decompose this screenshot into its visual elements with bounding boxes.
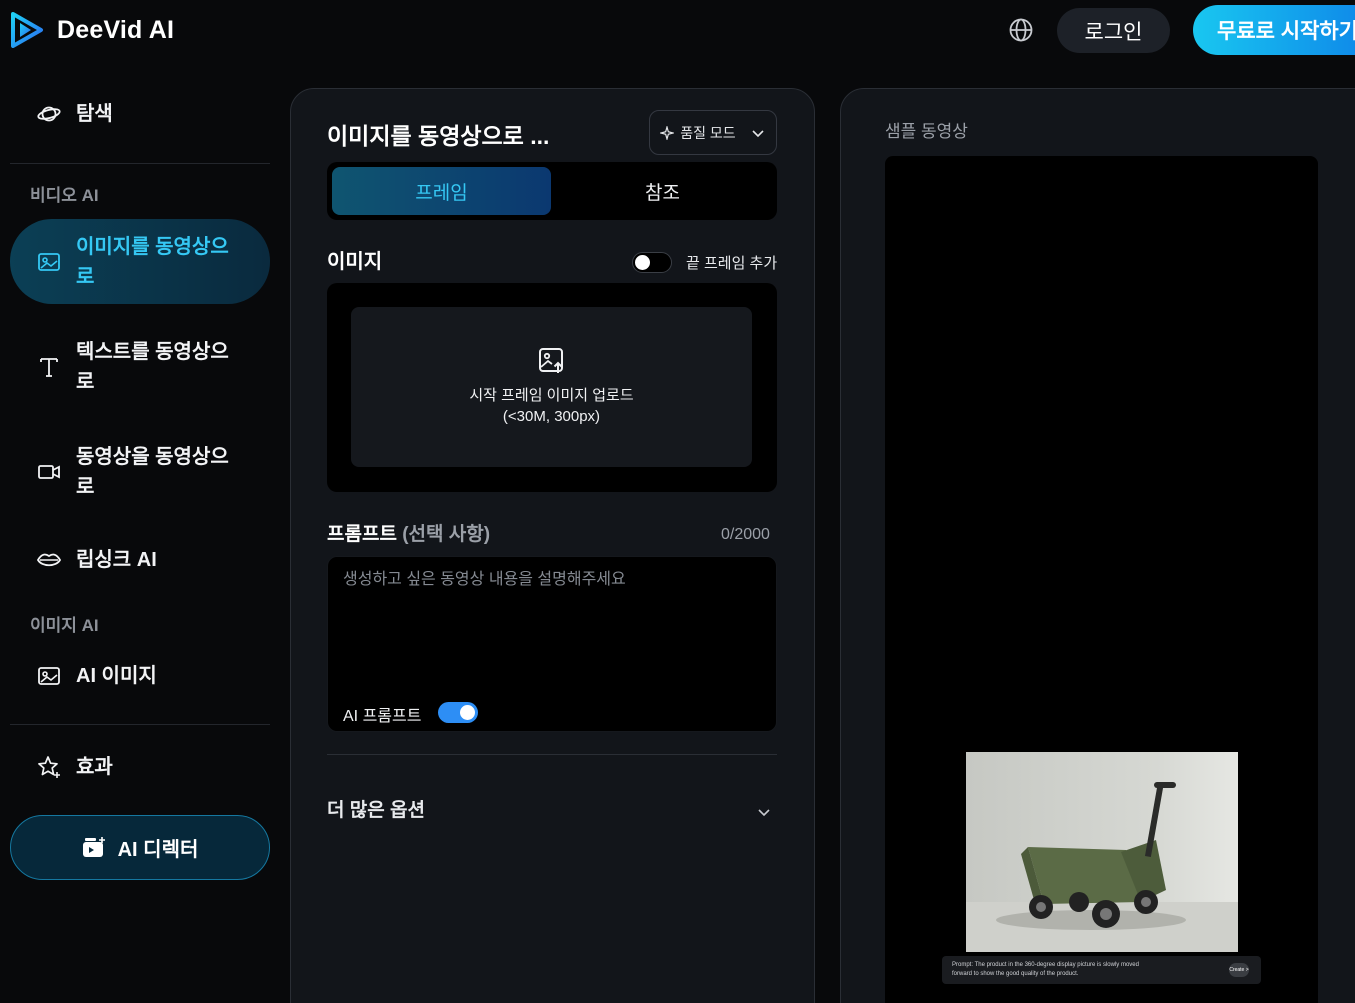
sidebar-item-explore[interactable]: 탐색 xyxy=(10,90,270,138)
sidebar-divider xyxy=(10,724,270,725)
brand-logo[interactable]: DeeVid AI xyxy=(9,12,174,48)
sidebar-divider xyxy=(10,163,270,164)
sidebar-item-text-to-video[interactable]: 텍스트를 동영상으로 xyxy=(10,324,270,409)
caption-line1: Prompt: The product in the 360-degree di… xyxy=(952,962,1139,968)
sidebar-item-label: 이미지를 동영상으로 xyxy=(76,235,229,288)
sidebar-item-video-to-video[interactable]: 동영상을 동영상으로 xyxy=(10,429,270,514)
ai-director-label: AI 디렉터 xyxy=(117,839,199,861)
image-upload-icon xyxy=(538,348,563,373)
upload-container: 시작 프레임 이미지 업로드 (<30M, 300px) xyxy=(327,283,777,492)
image-section-label: 이미지 xyxy=(327,251,383,273)
wagon-illustration xyxy=(966,752,1238,952)
text-icon xyxy=(36,354,62,380)
prompt-optional-text: (선택 사항) xyxy=(402,524,491,545)
planet-icon xyxy=(36,101,62,127)
sample-video[interactable]: Prompt: The product in the 360-degree di… xyxy=(885,156,1318,1003)
sidebar-item-effects[interactable]: 효과 xyxy=(10,745,270,789)
ai-image-icon xyxy=(36,663,62,689)
sidebar-item-label: 효과 xyxy=(76,756,113,778)
sidebar-item-label: AI 이미지 xyxy=(76,665,157,687)
sample-caption: Prompt: The product in the 360-degree di… xyxy=(942,956,1261,984)
lips-icon xyxy=(36,547,62,573)
image-icon xyxy=(36,249,62,275)
more-options-toggle[interactable]: 더 많은 옵션 xyxy=(327,795,425,822)
page-title: 이미지를 동영상으로 ... xyxy=(327,123,550,149)
director-clapper-icon xyxy=(82,836,105,857)
quality-mode-label: 품질 모드 xyxy=(680,124,736,141)
upload-hint: 시작 프레임 이미지 업로드 (<30M, 300px) xyxy=(469,385,633,427)
toggle-knob xyxy=(635,255,650,270)
sidebar-item-label: 동영상을 동영상으로 xyxy=(76,445,229,498)
ai-prompt-label: AI 프롬프트 xyxy=(343,708,422,725)
toggle-knob xyxy=(460,705,475,720)
globe-icon[interactable] xyxy=(1008,17,1034,43)
sample-title: 샘플 동영상 xyxy=(885,122,968,141)
upload-hint-line2: (<30M, 300px) xyxy=(502,408,601,425)
sparkle-icon xyxy=(660,125,675,140)
start-free-button[interactable]: 무료로 시작하기 xyxy=(1193,5,1355,55)
top-header: DeeVid AI 로그인 무료로 시작하기 xyxy=(0,0,1355,60)
chevron-down-icon[interactable] xyxy=(757,805,771,819)
prompt-input[interactable] xyxy=(328,557,776,687)
sidebar-item-lipsync[interactable]: 립싱크 AI xyxy=(10,538,270,582)
video-camera-icon xyxy=(36,459,62,485)
editor-panel: 이미지를 동영상으로 ... 품질 모드 프레임 참조 이미지 끝 프레임 추가… xyxy=(290,88,815,1003)
prompt-char-counter: 0/2000 xyxy=(721,526,770,543)
caption-line2: forward to show the good quality of the … xyxy=(952,971,1079,977)
prompt-box: AI 프롬프트 xyxy=(327,556,777,732)
quality-mode-dropdown[interactable]: 품질 모드 xyxy=(649,110,777,155)
end-frame-label: 끝 프레임 추가 xyxy=(686,255,778,272)
ai-prompt-toggle[interactable] xyxy=(438,702,478,723)
sample-thumbnail xyxy=(966,752,1238,952)
deevid-logo-icon xyxy=(11,12,43,48)
sample-panel: 샘플 동영상 Prompt: The product in the 360-de… xyxy=(840,88,1355,1003)
sidebar-item-label: 탐색 xyxy=(76,103,113,125)
sidebar-item-ai-image[interactable]: AI 이미지 xyxy=(10,654,270,698)
upload-dropzone[interactable]: 시작 프레임 이미지 업로드 (<30M, 300px) xyxy=(351,307,752,467)
prompt-label: 프롬프트 (선택 사항) xyxy=(327,519,490,546)
chevron-down-icon xyxy=(752,129,764,137)
mode-tabs: 프레임 참조 xyxy=(327,162,777,220)
sidebar-item-label: 텍스트를 동영상으로 xyxy=(76,340,229,393)
sidebar-item-image-to-video[interactable]: 이미지를 동영상으로 xyxy=(10,219,270,304)
end-frame-toggle[interactable] xyxy=(632,252,672,273)
login-button[interactable]: 로그인 xyxy=(1057,8,1170,53)
sidebar-item-label: 립싱크 AI xyxy=(76,549,157,571)
section-label-video-ai: 비디오 AI xyxy=(30,186,99,205)
tab-frame[interactable]: 프레임 xyxy=(332,167,551,215)
brand-name: DeeVid AI xyxy=(57,15,175,44)
ai-director-button[interactable]: AI 디렉터 xyxy=(10,815,270,880)
section-label-image-ai: 이미지 AI xyxy=(30,616,99,635)
star-sparkle-icon xyxy=(36,754,62,780)
sidebar: 탐색 비디오 AI 이미지를 동영상으로 텍스트를 동영상으로 동영상을 동영상… xyxy=(0,60,280,1003)
prompt-label-text: 프롬프트 xyxy=(327,524,397,545)
tab-reference[interactable]: 참조 xyxy=(553,167,772,215)
section-divider xyxy=(327,754,777,755)
upload-hint-line1: 시작 프레임 이미지 업로드 xyxy=(469,387,634,404)
create-button[interactable]: Create > xyxy=(1229,963,1249,977)
